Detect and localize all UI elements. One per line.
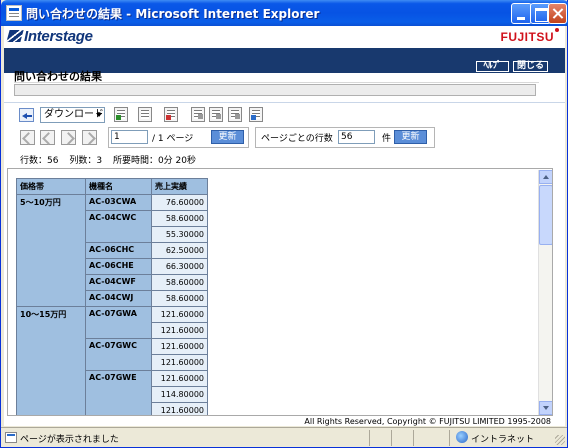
- title-bar: 問い合わせの結果 - Microsoft Internet Explorer: [1, 0, 568, 26]
- status-divider: [449, 430, 450, 446]
- next-page-icon[interactable]: [61, 130, 76, 145]
- ie-page-icon: [6, 5, 22, 21]
- print-preview-icon[interactable]: [138, 107, 152, 122]
- status-divider: [391, 430, 392, 446]
- graph-icon-2[interactable]: [209, 107, 223, 122]
- page-done-icon: [5, 432, 17, 443]
- model-cell: AC-03CWA: [85, 194, 152, 211]
- graph-icon-1[interactable]: [191, 107, 205, 122]
- value-cell: 58.60000: [151, 210, 208, 227]
- graph-icon-3[interactable]: [228, 107, 242, 122]
- value-cell: 58.60000: [151, 290, 208, 307]
- value-cell: 55.30000: [151, 226, 208, 243]
- minimize-button[interactable]: [511, 3, 532, 24]
- rows-update-button[interactable]: 更新: [394, 130, 427, 144]
- header-model: 機種名: [85, 178, 152, 195]
- excel-export-icon[interactable]: [249, 107, 263, 122]
- download-select-label: ダウンロード: [44, 109, 104, 120]
- copyright-text: All Rights Reserved, Copyright © FUJITSU…: [304, 417, 551, 426]
- value-cell: 62.50000: [151, 242, 208, 259]
- product-name: Interstage: [24, 28, 93, 45]
- model-cell: AC-07GWE: [85, 370, 152, 415]
- model-cell: AC-07GWC: [85, 338, 152, 371]
- table-header-row: 価格帯 機種名 売上実績: [16, 178, 208, 195]
- table-row: 5～10万円 AC-03CWA 76.60000: [16, 194, 208, 307]
- report-frame: 価格帯 機種名 売上実績 5～10万円 AC-03CWA 76.60000 AC…: [7, 168, 553, 416]
- value-cell: 58.60000: [151, 274, 208, 291]
- page-number-input[interactable]: 1: [111, 130, 148, 144]
- value-cell: 114.80000: [151, 386, 208, 403]
- value-cell: 121.60000: [151, 322, 208, 339]
- table-row: 10～15万円 AC-07GWA 121.60000: [16, 306, 208, 415]
- browser-window: 問い合わせの結果 - Microsoft Internet Explorer I…: [0, 0, 568, 448]
- rows-unit: 件: [382, 134, 392, 144]
- interstage-logo: Interstage: [6, 28, 93, 45]
- title-divider: [14, 82, 539, 83]
- group-cell: 10～15万円: [16, 306, 86, 415]
- model-cell: AC-04CWC: [85, 210, 152, 243]
- value-cell: 121.60000: [151, 338, 208, 355]
- header-price-range: 価格帯: [16, 178, 86, 195]
- section-divider: [4, 102, 565, 103]
- report-content: 価格帯 機種名 売上実績 5～10万円 AC-03CWA 76.60000 AC…: [16, 178, 208, 415]
- window-title: 問い合わせの結果 - Microsoft Internet Explorer: [26, 7, 320, 21]
- group-cell: 5～10万円: [16, 194, 86, 307]
- condition-bar: [14, 84, 536, 96]
- model-cell: AC-07GWA: [85, 306, 152, 339]
- prev-page-icon[interactable]: [40, 130, 55, 145]
- intranet-zone-icon: [456, 431, 468, 443]
- fujitsu-logo: FUJITSU: [500, 28, 559, 44]
- status-bar: ページが表示されました イントラネット: [1, 427, 567, 447]
- elapsed-time: 所要時間：0分 20秒: [112, 156, 196, 166]
- status-divider: [413, 430, 414, 446]
- value-cell: 121.60000: [151, 306, 208, 323]
- brand-bar: Interstage FUJITSU: [4, 26, 565, 48]
- page-update-button[interactable]: 更新: [211, 130, 244, 144]
- download-select[interactable]: ダウンロード: [40, 107, 105, 123]
- status-divider: [369, 430, 370, 446]
- resize-grip-icon[interactable]: [555, 435, 565, 445]
- last-page-icon[interactable]: [82, 130, 97, 145]
- first-page-icon[interactable]: [20, 130, 35, 145]
- chevron-down-icon: [96, 113, 102, 117]
- row-count: 行数：56: [20, 156, 59, 166]
- page-total: / 1 ページ: [152, 134, 194, 144]
- interstage-mark-icon: [6, 30, 24, 42]
- nav-band: [4, 48, 565, 59]
- scroll-up-icon[interactable]: [539, 170, 552, 184]
- report-table: 価格帯 機種名 売上実績 5～10万円 AC-03CWA 76.60000 AC…: [16, 178, 208, 415]
- model-cell: AC-04CWF: [85, 274, 152, 291]
- header-sales: 売上実績: [151, 178, 208, 195]
- back-arrow-icon[interactable]: [19, 108, 34, 122]
- value-cell: 121.60000: [151, 354, 208, 371]
- report-scrollbar[interactable]: [538, 170, 552, 415]
- rows-per-page-input[interactable]: 56: [338, 130, 375, 144]
- pdf-export-icon[interactable]: [164, 107, 178, 122]
- model-cell: AC-06CHC: [85, 242, 152, 259]
- help-link[interactable]: ﾍﾙﾌﾟ: [476, 61, 509, 72]
- security-zone-label: イントラネット: [471, 435, 535, 445]
- close-window-button[interactable]: [548, 3, 567, 24]
- value-cell: 121.60000: [151, 370, 208, 387]
- rows-per-page-label: ページごとの行数: [261, 134, 333, 144]
- scroll-thumb[interactable]: [539, 185, 552, 245]
- model-cell: AC-04CWJ: [85, 290, 152, 307]
- result-stats: 行数：56 列数：3 所要時間：0分 20秒: [20, 153, 204, 166]
- vendor-name: FUJITSU: [500, 30, 554, 44]
- fujitsu-dot-icon: [555, 28, 559, 32]
- value-cell: 76.60000: [151, 194, 208, 211]
- csv-export-icon[interactable]: [114, 107, 128, 122]
- status-text: ページが表示されました: [20, 435, 119, 445]
- scroll-down-icon[interactable]: [539, 401, 552, 415]
- value-cell: 66.30000: [151, 258, 208, 275]
- close-link[interactable]: 閉じる: [513, 61, 548, 72]
- value-cell: 121.60000: [151, 402, 208, 415]
- page-viewport: Interstage FUJITSU ﾍﾙﾌﾟ 閉じる 問い合わせの結果 ダウン…: [4, 26, 565, 426]
- model-cell: AC-06CHE: [85, 258, 152, 275]
- column-count: 列数：3: [69, 156, 103, 166]
